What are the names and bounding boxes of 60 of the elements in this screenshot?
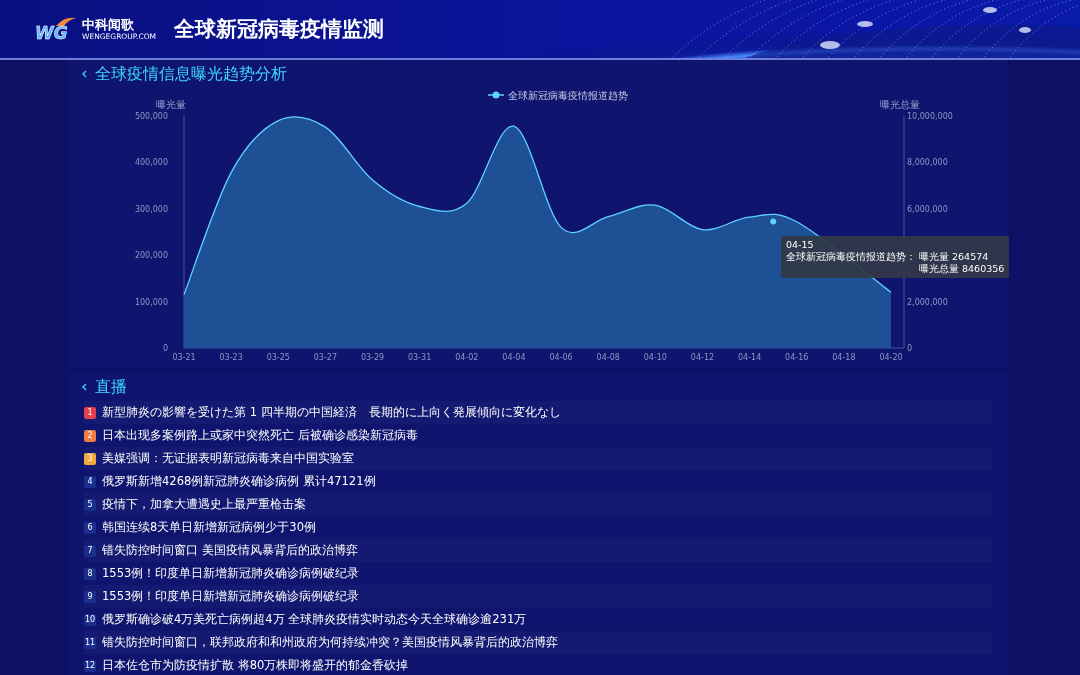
axis-tick-label: 04-10 bbox=[643, 353, 667, 362]
rank-badge: 5 bbox=[84, 498, 96, 511]
axis-tick-label: 04-16 bbox=[785, 353, 809, 362]
chart-tooltip: 04-15 全球新冠病毒疫情报道趋势： 曝光量 264574 曝光总量 8460356 bbox=[781, 236, 1010, 278]
news-headline[interactable]: 韩国连续8天单日新增新冠病例少于30例 bbox=[102, 520, 316, 535]
news-headline[interactable]: 俄罗斯确诊破4万美死亡病例超4万 全球肺炎疫情实时动态今天全球确诊逾231万 bbox=[102, 612, 527, 627]
section-title: 全球疫情信息曝光趋势分析 bbox=[95, 63, 287, 85]
news-headline[interactable]: 俄罗斯新增4268例新冠肺炎确诊病例 累计47121例 bbox=[102, 474, 376, 489]
news-headline[interactable]: 1553例！印度单日新增新冠肺炎确诊病例破纪录 bbox=[102, 589, 360, 604]
news-headline[interactable]: 新型肺炎の影響を受けた第 1 四半期の中国経済 長期的に上向く発展傾向に変化なし bbox=[102, 405, 561, 420]
news-headline[interactable]: 疫情下，加拿大遭遇史上最严重枪击案 bbox=[102, 497, 306, 512]
axis-tick-label: 8,000,000 bbox=[907, 158, 948, 168]
rank-badge: 2 bbox=[84, 429, 96, 442]
chart-legend[interactable]: 全球新冠病毒疫情报道趋势 bbox=[487, 90, 628, 101]
news-headline[interactable]: 日本出现多案例路上或家中突然死亡 后被确诊感染新冠病毒 bbox=[102, 428, 418, 443]
axis-tick-label: 04-14 bbox=[737, 353, 762, 362]
rank-badge: 9 bbox=[84, 590, 96, 603]
rank-badge: 7 bbox=[84, 544, 96, 557]
axis-tick-label: 04-18 bbox=[832, 353, 856, 362]
section-title: 直播 bbox=[95, 376, 127, 398]
axis-tick-label: 0 bbox=[907, 344, 913, 353]
axis-tick-label: 04-04 bbox=[502, 353, 526, 362]
rank-badge: 11 bbox=[84, 636, 96, 649]
axis-tick-label: 03-31 bbox=[408, 353, 432, 362]
rank-badge: 4 bbox=[84, 475, 96, 488]
rank-badge: 8 bbox=[84, 567, 96, 580]
axis-label: 曝光量 bbox=[156, 99, 186, 110]
axis-tick-label: 2,000,000 bbox=[907, 297, 948, 307]
rank-badge: 1 bbox=[84, 406, 96, 419]
axis-label: 曝光总量 bbox=[880, 99, 920, 110]
rank-badge: 6 bbox=[84, 521, 96, 534]
rank-badge: 12 bbox=[84, 659, 96, 672]
rank-badge: 3 bbox=[84, 452, 96, 465]
axis-tick-label: 6,000,000 bbox=[907, 204, 948, 214]
axis-tick-label: 04-06 bbox=[549, 353, 573, 362]
axis-tick-label: 03-23 bbox=[219, 353, 243, 362]
axis-tick-label: 0 bbox=[162, 344, 168, 353]
data-point[interactable] bbox=[770, 218, 777, 225]
axis-tick-label: 100,000 bbox=[134, 297, 168, 307]
axis-tick-label: 03-27 bbox=[313, 353, 337, 362]
news-headline[interactable]: 错失防控时间窗口，联邦政府和和州政府为何持续冲突？美国疫情风暴背后的政治博弈 bbox=[102, 635, 558, 650]
axis-tick-label: 10,000,000 bbox=[907, 112, 953, 121]
news-headline[interactable]: 错失防控时间窗口 美国疫情风暴背后的政治博弈 bbox=[102, 543, 358, 558]
axis-tick-label: 500,000 bbox=[134, 112, 168, 121]
news-headline[interactable]: 美媒强调：无证据表明新冠病毒来自中国实验室 bbox=[102, 451, 354, 466]
axis-tick-label: 03-21 bbox=[172, 353, 196, 362]
axis-tick-label: 03-29 bbox=[360, 353, 385, 362]
news-headline[interactable]: 日本佐仓市为防疫情扩散 将80万株即将盛开的郁金香砍掉 bbox=[102, 658, 409, 673]
axis-tick-label: 03-25 bbox=[266, 353, 290, 362]
news-headline[interactable]: 1553例！印度单日新增新冠肺炎确诊病例破纪录 bbox=[102, 566, 360, 581]
axis-tick-label: 400,000 bbox=[134, 158, 168, 168]
axis-tick-label: 04-08 bbox=[596, 353, 620, 362]
rank-badge: 10 bbox=[84, 613, 96, 626]
logo-name: 中科闻歌 bbox=[82, 17, 135, 32]
axis-tick-label: 04-02 bbox=[455, 353, 479, 362]
axis-tick-label: 200,000 bbox=[134, 251, 168, 261]
page-title: 全球新冠病毒疫情监测 bbox=[174, 16, 385, 43]
axis-tick-label: 04-12 bbox=[690, 353, 715, 362]
axis-tick-label: 04-20 bbox=[879, 353, 903, 362]
axis-tick-label: 300,000 bbox=[134, 204, 168, 214]
